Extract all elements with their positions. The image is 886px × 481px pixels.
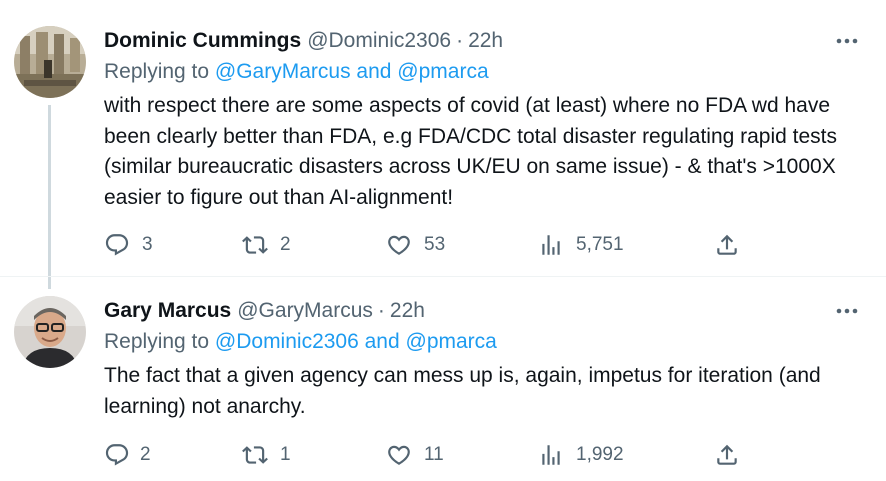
like-count: 11 [424, 444, 444, 465]
tweet-header: Gary Marcus @GaryMarcus · 22h [104, 297, 866, 325]
separator: · [377, 299, 385, 322]
share-upload-icon [717, 444, 737, 465]
tweet-text: with respect there are some aspects of c… [104, 94, 838, 209]
share-button[interactable] [714, 231, 740, 259]
author-handle[interactable]: @Dominic2306 [307, 29, 451, 53]
author-name[interactable]: Gary Marcus [104, 299, 231, 323]
views-button[interactable]: 5,751 [538, 231, 624, 259]
views-count: 1,992 [576, 444, 624, 465]
like-count: 53 [424, 234, 446, 255]
heart-icon [388, 445, 410, 465]
replying-to-label: Replying to [104, 330, 210, 353]
views-count: 5,751 [576, 234, 624, 255]
timestamp[interactable]: 22h [390, 299, 425, 323]
replying-to-mentions[interactable]: @GaryMarcus and @pmarca [215, 60, 489, 83]
replying-to: Replying to @Dominic2306 and @pmarca [104, 330, 866, 358]
reply-button[interactable]: 3 [104, 231, 153, 259]
heart-icon [388, 235, 410, 255]
action-bar: 3 2 53 5,751 [104, 231, 764, 259]
author-handle[interactable]: @GaryMarcus [237, 299, 373, 323]
retweet-button[interactable]: 2 [242, 231, 291, 259]
analytics-bars-icon [542, 235, 560, 255]
separator: · [456, 29, 464, 52]
retweet-count: 1 [280, 444, 291, 465]
like-button[interactable]: 53 [386, 231, 445, 259]
action-bar: 2 1 11 1,992 [104, 441, 764, 469]
share-button[interactable] [714, 441, 740, 469]
views-button[interactable]: 1,992 [538, 441, 624, 469]
more-dots-icon[interactable] [832, 27, 862, 55]
avatar[interactable] [14, 296, 86, 368]
tweet-header: Dominic Cummings @Dominic2306 · 22h [104, 27, 866, 55]
replying-to-label: Replying to [104, 60, 210, 83]
more-dots-icon[interactable] [832, 297, 862, 325]
reply-count: 3 [142, 234, 153, 255]
retweet-count: 2 [280, 234, 291, 255]
reply-bubble-icon [105, 234, 129, 256]
reply-button[interactable]: 2 [104, 441, 151, 469]
retweet-button[interactable]: 1 [242, 441, 291, 469]
timestamp[interactable]: 22h [468, 29, 503, 53]
tweet[interactable]: Dominic Cummings @Dominic2306 · 22h Repl… [0, 0, 886, 289]
avatar[interactable] [14, 26, 86, 98]
retweet-arrows-icon [242, 236, 268, 254]
author-name[interactable]: Dominic Cummings [104, 29, 301, 53]
reply-count: 2 [140, 444, 151, 465]
reply-bubble-icon [105, 444, 129, 466]
share-upload-icon [717, 234, 737, 255]
like-button[interactable]: 11 [386, 441, 444, 469]
replying-to-mentions[interactable]: @Dominic2306 and @pmarca [215, 330, 497, 353]
thread-line [48, 105, 51, 289]
tweet-text: The fact that a given agency can mess up… [104, 364, 821, 418]
replying-to: Replying to @GaryMarcus and @pmarca [104, 60, 866, 88]
retweet-arrows-icon [242, 446, 268, 464]
analytics-bars-icon [542, 445, 560, 465]
tweet[interactable]: Gary Marcus @GaryMarcus · 22h Replying t… [0, 276, 886, 481]
